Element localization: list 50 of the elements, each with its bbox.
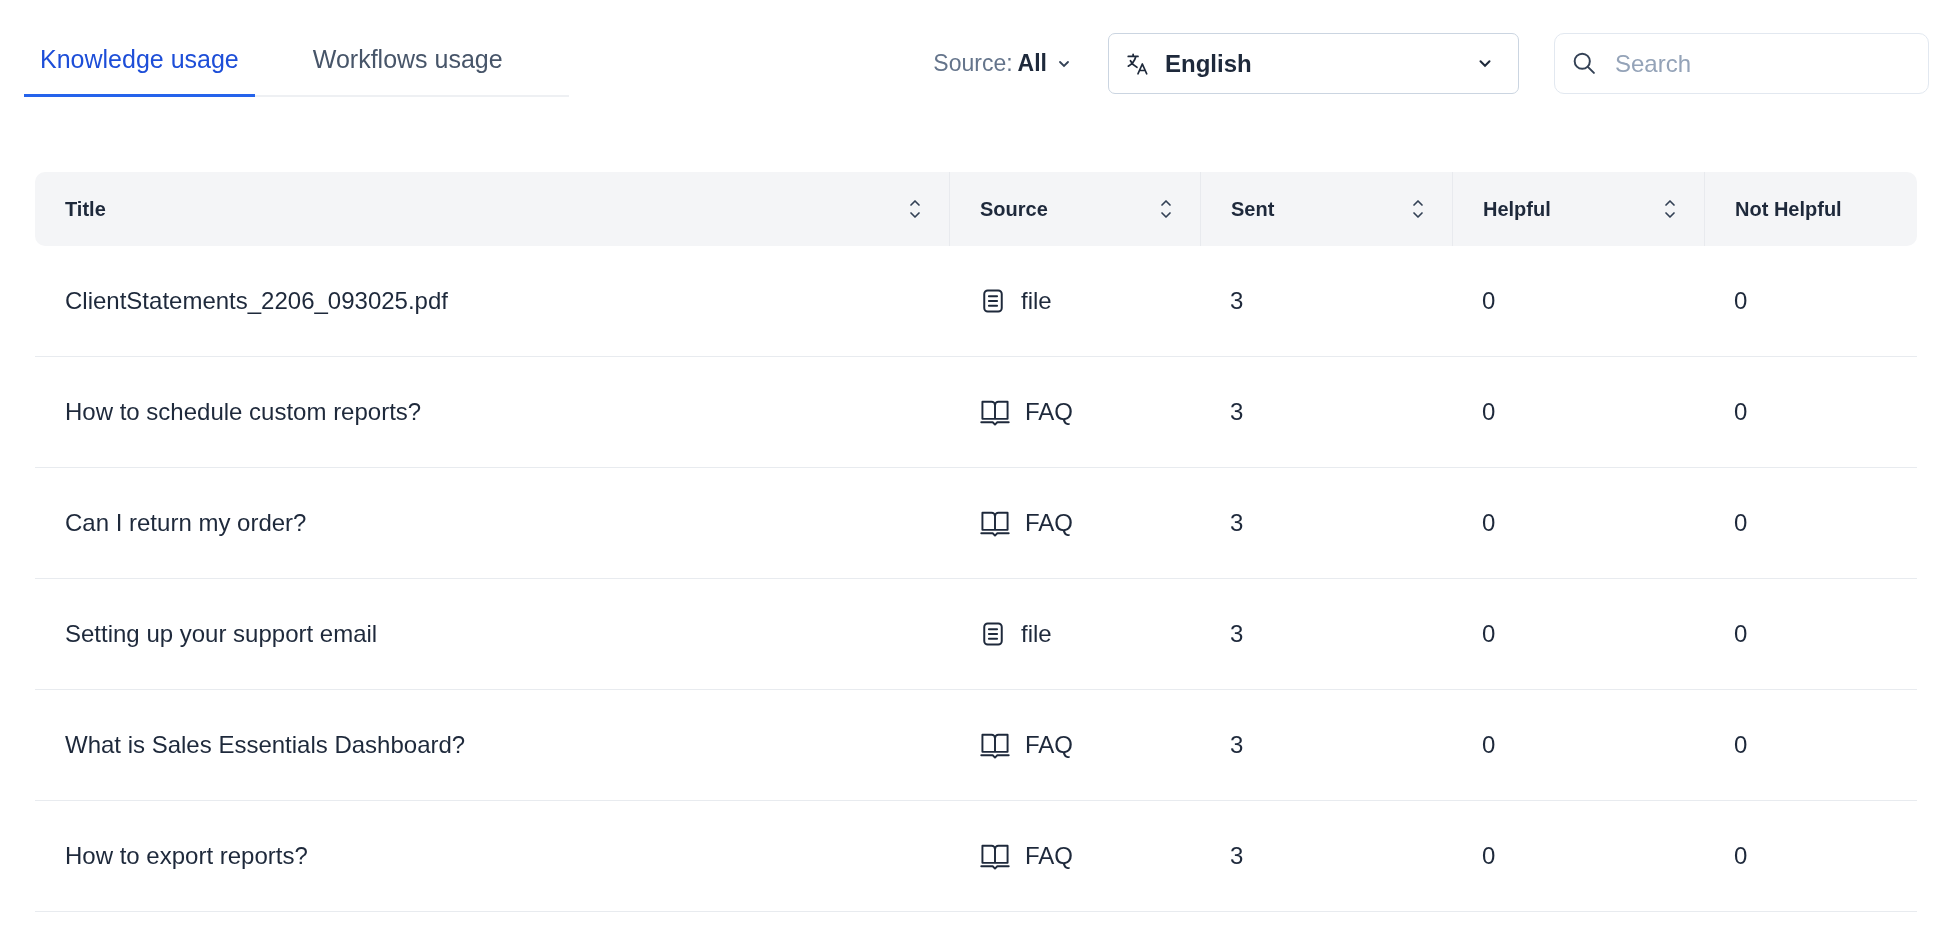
table-cell: 0 [1734, 287, 1748, 315]
table-cell: How to schedule custom reports? [65, 398, 422, 426]
book-icon [979, 731, 1011, 759]
table-cell: FAQ [1025, 509, 1073, 537]
column-header: Source [980, 197, 1048, 221]
table-cell: 0 [1482, 731, 1496, 759]
book-icon [979, 509, 1011, 537]
column-header: Sent [1231, 197, 1275, 221]
column-header: Title [65, 197, 106, 221]
table-cell: 3 [1230, 398, 1244, 426]
book-icon [979, 398, 1011, 426]
table-cell: ClientStatements_2206_093025.pdf [65, 287, 448, 315]
tab[interactable]: Workflows usage [296, 33, 519, 97]
table-cell: 3 [1230, 287, 1244, 315]
sort-icon[interactable] [908, 198, 922, 220]
sort-icon[interactable] [1159, 198, 1173, 220]
column-header: Not Helpful [1735, 197, 1842, 221]
table-cell: 0 [1734, 842, 1748, 870]
book-icon [979, 842, 1011, 870]
table-cell: file [1021, 620, 1052, 648]
tab[interactable]: Knowledge usage [24, 33, 255, 97]
table-cell: 0 [1734, 620, 1748, 648]
table-cell: Can I return my order? [65, 509, 307, 537]
table-cell: 0 [1482, 287, 1496, 315]
table-cell: 0 [1482, 398, 1496, 426]
table-cell: How to export reports? [65, 842, 308, 870]
table-cell: 0 [1734, 731, 1748, 759]
table-cell: 0 [1482, 509, 1496, 537]
table-cell: 0 [1482, 620, 1496, 648]
table-cell: FAQ [1025, 398, 1073, 426]
sort-icon[interactable] [1663, 198, 1677, 220]
language-select[interactable]: English [1108, 33, 1519, 94]
source-filter[interactable]: Source: All [933, 50, 1070, 77]
table-cell: 0 [1734, 509, 1748, 537]
table-cell: 0 [1482, 842, 1496, 870]
table-cell: 3 [1230, 731, 1244, 759]
column-header: Helpful [1483, 197, 1551, 221]
sort-icon[interactable] [1411, 198, 1425, 220]
search-field[interactable]: Search [1554, 33, 1929, 94]
table-cell: file [1021, 287, 1052, 315]
table-cell: FAQ [1025, 731, 1073, 759]
chevron-down-icon [1058, 59, 1070, 68]
table-cell: 3 [1230, 842, 1244, 870]
table-cell: 3 [1230, 620, 1244, 648]
table-cell: FAQ [1025, 842, 1073, 870]
table-cell: Setting up your support email [65, 620, 378, 648]
table-cell: 0 [1734, 398, 1748, 426]
chevron-down-icon [1478, 59, 1492, 68]
table-cell: 3 [1230, 509, 1244, 537]
table-cell: What is Sales Essentials Dashboard? [65, 731, 466, 759]
